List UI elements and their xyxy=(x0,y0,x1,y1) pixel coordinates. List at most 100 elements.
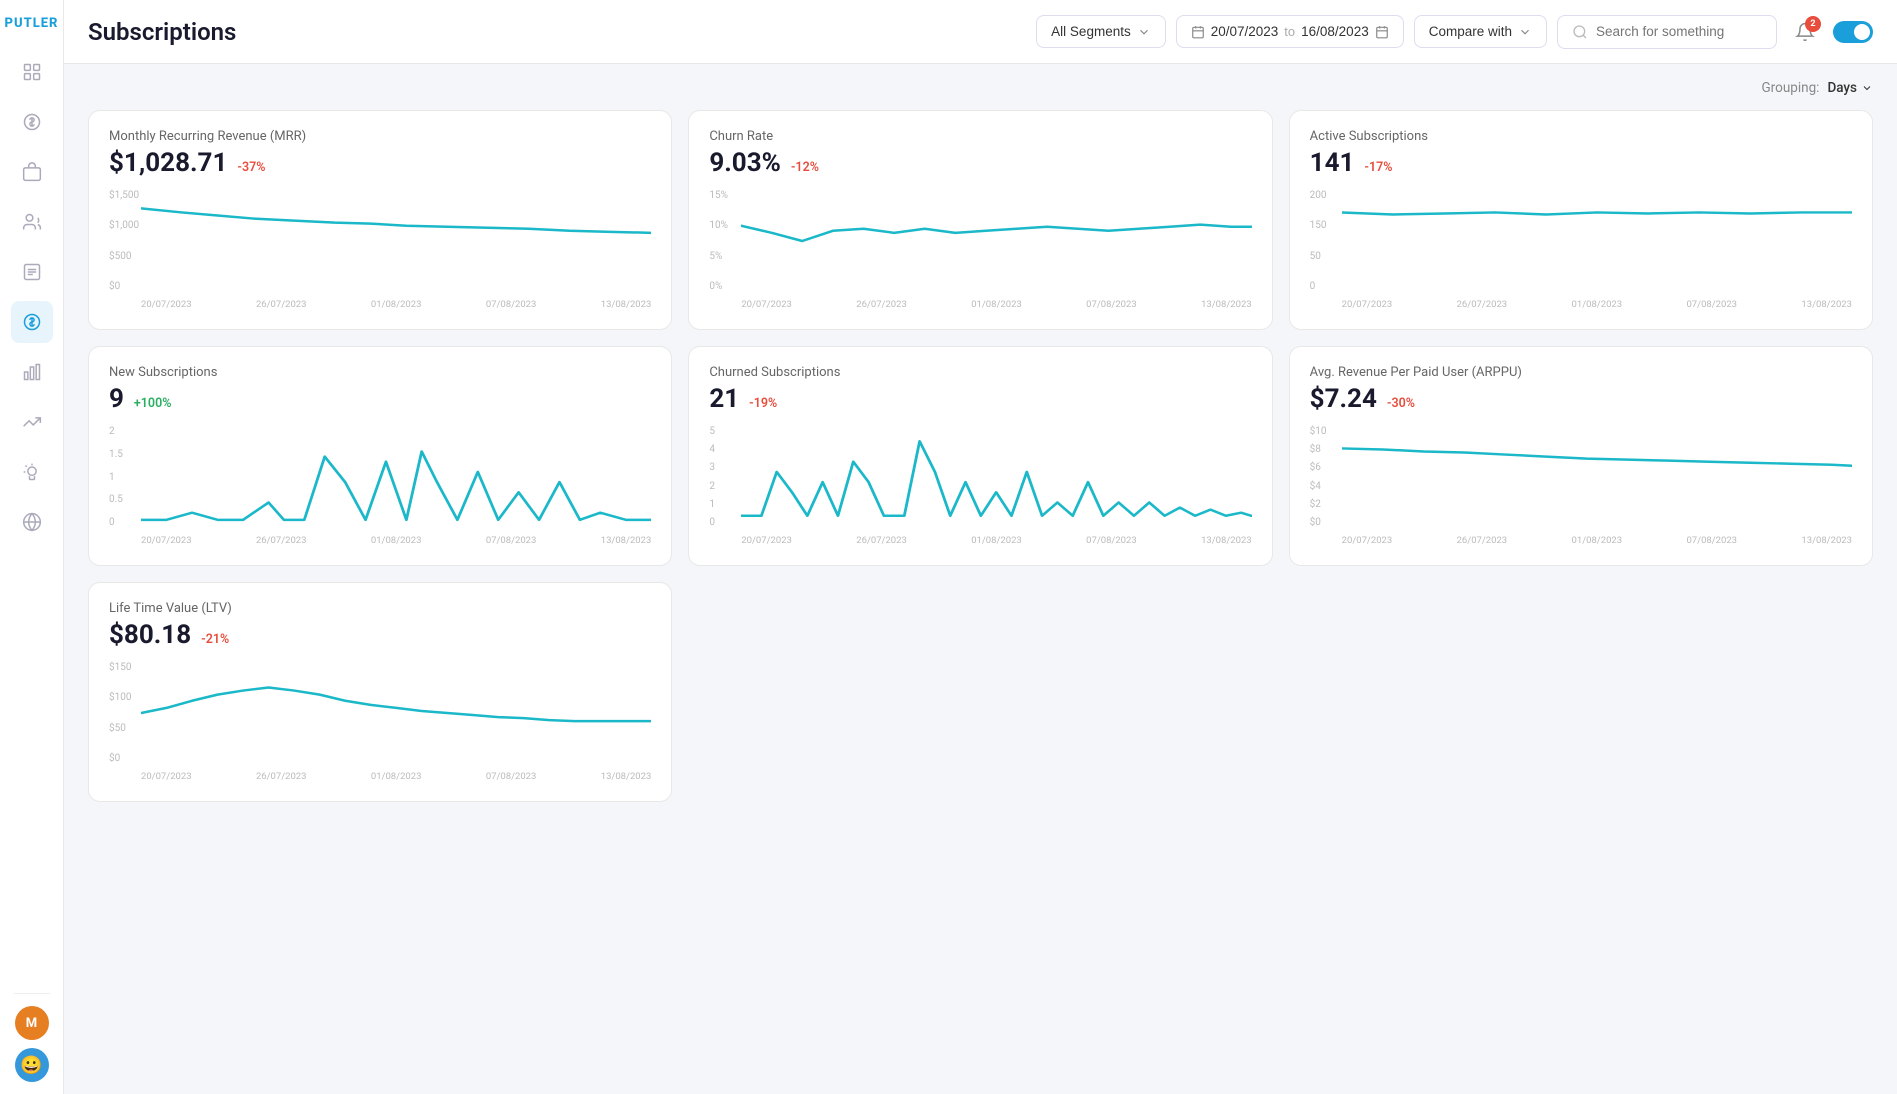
card-value-row-arppu: $7.24 -30% xyxy=(1310,384,1852,414)
card-value-row-churn: 9.03% -12% xyxy=(709,148,1251,178)
card-value-row-mrr: $1,028.71 -37% xyxy=(109,148,651,178)
avatar-m[interactable]: M xyxy=(15,1006,49,1040)
chart-x-labels-churned_subs: 20/07/202326/07/202301/08/202307/08/2023… xyxy=(741,535,1251,546)
card-title-arppu: Avg. Revenue Per Paid User (ARPPU) xyxy=(1310,365,1852,380)
card-badge-churned_subs: -19% xyxy=(749,394,777,413)
card-title-active_subs: Active Subscriptions xyxy=(1310,129,1852,144)
chart-line-svg-mrr xyxy=(141,190,651,292)
date-separator: to xyxy=(1284,24,1295,39)
notification-button[interactable]: 2 xyxy=(1787,14,1823,50)
chart-svg-arppu xyxy=(1342,426,1852,528)
grouping-dropdown[interactable]: Days xyxy=(1827,80,1873,96)
chart-ltv: $150$100$50$0 20/07/202326/07/202301/08/… xyxy=(109,662,651,782)
header: Subscriptions All Segments 20/07/2023 to… xyxy=(64,0,1897,64)
chart-line-svg-ltv xyxy=(141,662,651,764)
card-title-new_subs: New Subscriptions xyxy=(109,365,651,380)
chart-y-labels-churned_subs: 543210 xyxy=(709,426,715,546)
content-area: Grouping: Days Monthly Recurring Revenue… xyxy=(64,64,1897,1094)
chart-svg-churn xyxy=(741,190,1251,292)
card-new_subs: New Subscriptions 9 +100% 21.510.50 20/0… xyxy=(88,346,672,566)
sidebar-item-analytics[interactable] xyxy=(11,351,53,393)
search-input[interactable] xyxy=(1596,24,1762,39)
card-value-arppu: $7.24 xyxy=(1310,384,1377,414)
card-badge-new_subs: +100% xyxy=(134,394,172,413)
card-arppu: Avg. Revenue Per Paid User (ARPPU) $7.24… xyxy=(1289,346,1873,566)
card-value-churned_subs: 21 xyxy=(709,384,739,414)
chart-x-labels-arppu: 20/07/202326/07/202301/08/202307/08/2023… xyxy=(1342,535,1852,546)
card-churned_subs: Churned Subscriptions 21 -19% 543210 20/… xyxy=(688,346,1272,566)
segments-label: All Segments xyxy=(1051,24,1131,39)
chart-x-labels-mrr: 20/07/202326/07/202301/08/202307/08/2023… xyxy=(141,299,651,310)
chart-svg-mrr xyxy=(141,190,651,292)
chart-line-svg-new_subs xyxy=(141,426,651,528)
notification-badge: 2 xyxy=(1805,16,1821,32)
chart-line-svg-active_subs xyxy=(1342,190,1852,292)
card-value-new_subs: 9 xyxy=(109,384,124,414)
chart-y-labels-ltv: $150$100$50$0 xyxy=(109,662,131,782)
chart-y-labels-active_subs: 200150500 xyxy=(1310,190,1327,310)
card-value-mrr: $1,028.71 xyxy=(109,148,227,178)
card-badge-arppu: -30% xyxy=(1387,394,1415,413)
date-to: 16/08/2023 xyxy=(1301,24,1369,39)
sidebar-item-reports[interactable] xyxy=(11,251,53,293)
sidebar-item-dashboard[interactable] xyxy=(11,51,53,93)
sidebar-item-subscriptions[interactable] xyxy=(11,301,53,343)
card-value-row-ltv: $80.18 -21% xyxy=(109,620,651,650)
header-controls: All Segments 20/07/2023 to 16/08/2023 Co… xyxy=(1036,14,1873,50)
chart-x-labels-new_subs: 20/07/202326/07/202301/08/202307/08/2023… xyxy=(141,535,651,546)
date-range-picker[interactable]: 20/07/2023 to 16/08/2023 xyxy=(1176,15,1404,48)
page-title: Subscriptions xyxy=(88,18,236,46)
card-mrr: Monthly Recurring Revenue (MRR) $1,028.7… xyxy=(88,110,672,330)
card-value-row-active_subs: 141 -17% xyxy=(1310,148,1852,178)
segments-dropdown[interactable]: All Segments xyxy=(1036,15,1166,48)
grouping-value: Days xyxy=(1827,80,1857,96)
card-badge-active_subs: -17% xyxy=(1364,158,1392,177)
chart-y-labels-arppu: $10$8$6$4$2$0 xyxy=(1310,426,1327,546)
card-title-churn: Churn Rate xyxy=(709,129,1251,144)
sidebar-item-revenue[interactable] xyxy=(11,101,53,143)
card-title-ltv: Life Time Value (LTV) xyxy=(109,601,651,616)
cards-grid: Monthly Recurring Revenue (MRR) $1,028.7… xyxy=(88,110,1873,802)
chart-x-labels-ltv: 20/07/202326/07/202301/08/202307/08/2023… xyxy=(141,771,651,782)
chart-y-labels-churn: 15%10%5%0% xyxy=(709,190,728,310)
sidebar-item-insights[interactable] xyxy=(11,451,53,493)
card-badge-churn: -12% xyxy=(791,158,819,177)
grouping-label: Grouping: xyxy=(1761,80,1819,96)
sidebar-item-global[interactable] xyxy=(11,501,53,543)
card-title-churned_subs: Churned Subscriptions xyxy=(709,365,1251,380)
card-churn: Churn Rate 9.03% -12% 15%10%5%0% 20/07/2… xyxy=(688,110,1272,330)
sidebar-item-trends[interactable] xyxy=(11,401,53,443)
app-logo: PUTLER xyxy=(1,12,63,35)
card-title-mrr: Monthly Recurring Revenue (MRR) xyxy=(109,129,651,144)
search-icon xyxy=(1572,24,1588,40)
card-badge-ltv: -21% xyxy=(201,630,229,649)
card-badge-mrr: -37% xyxy=(237,158,265,177)
chart-x-labels-churn: 20/07/202326/07/202301/08/202307/08/2023… xyxy=(741,299,1251,310)
card-active_subs: Active Subscriptions 141 -17% 200150500 … xyxy=(1289,110,1873,330)
sidebar-divider xyxy=(14,993,50,994)
chart-arppu: $10$8$6$4$2$0 20/07/202326/07/202301/08/… xyxy=(1310,426,1852,546)
chart-svg-new_subs xyxy=(141,426,651,528)
chart-mrr: $1,500$1,000$500$0 20/07/202326/07/20230… xyxy=(109,190,651,310)
chart-svg-ltv xyxy=(141,662,651,764)
card-value-active_subs: 141 xyxy=(1310,148,1355,178)
sidebar: PUTLER M 😀 xyxy=(0,0,64,1094)
card-ltv: Life Time Value (LTV) $80.18 -21% $150$1… xyxy=(88,582,672,802)
sidebar-item-customers[interactable] xyxy=(11,201,53,243)
card-value-row-churned_subs: 21 -19% xyxy=(709,384,1251,414)
avatar-emoji[interactable]: 😀 xyxy=(15,1048,49,1082)
grouping-bar: Grouping: Days xyxy=(88,80,1873,96)
chart-line-svg-churned_subs xyxy=(741,426,1251,528)
chart-new_subs: 21.510.50 20/07/202326/07/202301/08/2023… xyxy=(109,426,651,546)
sidebar-item-products[interactable] xyxy=(11,151,53,193)
chart-svg-churned_subs xyxy=(741,426,1251,528)
compare-dropdown[interactable]: Compare with xyxy=(1414,15,1547,48)
chart-churned_subs: 543210 20/07/202326/07/202301/08/202307/… xyxy=(709,426,1251,546)
chart-line-svg-arppu xyxy=(1342,426,1852,528)
compare-label: Compare with xyxy=(1429,24,1512,39)
search-box[interactable] xyxy=(1557,15,1777,49)
card-value-ltv: $80.18 xyxy=(109,620,191,650)
date-from: 20/07/2023 xyxy=(1211,24,1279,39)
card-value-row-new_subs: 9 +100% xyxy=(109,384,651,414)
theme-toggle[interactable] xyxy=(1833,21,1873,43)
